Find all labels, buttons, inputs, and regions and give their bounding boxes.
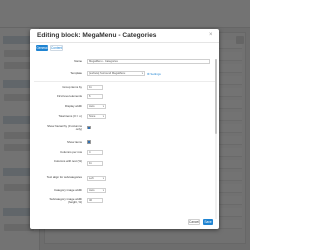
total-items-select-value: None	[89, 115, 96, 118]
grouping-label: Group items by	[62, 84, 82, 89]
show-child-checkbox[interactable]	[87, 125, 91, 129]
text-align-select-value: Left	[89, 177, 94, 180]
show-child-label: Show hierarchy (0 columns only)	[47, 124, 82, 132]
image-width-select[interactable]: Auto ▾	[87, 188, 106, 193]
display-width-label: Display width	[64, 103, 82, 108]
close-icon[interactable]: ×	[209, 32, 213, 39]
template-label: Template	[70, 70, 82, 75]
total-items-select[interactable]: None ▾	[87, 114, 106, 119]
form-separator	[34, 81, 215, 82]
edit-block-dialog: Editing block: MegaMenu - Categories × G…	[30, 29, 219, 229]
show-items-label: Show items	[67, 139, 82, 144]
first-level-label: First level elements	[57, 93, 82, 98]
grouping-input[interactable]: 11	[87, 85, 103, 90]
dialog-scrollbar-thumb[interactable]	[215, 59, 217, 134]
dialog-header-divider	[30, 42, 219, 43]
first-level-input[interactable]: 6	[87, 94, 103, 99]
display-width-select-value: Auto	[89, 105, 95, 108]
chevron-down-icon: ▾	[141, 72, 143, 75]
name-input[interactable]: MegaMenu - Categories	[87, 59, 210, 64]
image-height-label: Subcategory image width (height, %)	[49, 196, 82, 204]
name-label: Name	[74, 58, 82, 63]
columns-with-input[interactable]: 11	[87, 161, 103, 166]
tab-content[interactable]: Content	[50, 45, 63, 51]
template-select[interactable]: [surface] Surround MegaMenu ▾	[87, 71, 145, 76]
template-settings-link[interactable]: ⚙ Settings	[147, 72, 161, 76]
text-align-label: Text align for subcategories	[46, 175, 82, 179]
template-settings-label: Settings	[150, 72, 161, 76]
template-select-value: [surface] Surround MegaMenu	[89, 72, 126, 75]
chevron-down-icon: ▾	[102, 189, 104, 192]
chevron-down-icon: ▾	[102, 115, 104, 118]
columns-input[interactable]: 4	[87, 150, 103, 155]
save-button[interactable]: Save	[203, 219, 213, 225]
cancel-button[interactable]: Cancel	[188, 219, 200, 225]
image-height-input[interactable]: 40	[87, 198, 103, 203]
show-items-checkbox[interactable]	[87, 140, 91, 144]
display-width-select[interactable]: Auto ▾	[87, 104, 106, 109]
chevron-down-icon: ▾	[102, 177, 104, 180]
tab-general[interactable]: General	[36, 45, 48, 51]
total-items-label: Total items (0 = ∞)	[58, 113, 82, 118]
dialog-title: Editing block: MegaMenu - Categories	[37, 32, 157, 39]
columns-with-label: Columns with text (%)	[53, 159, 82, 163]
columns-label: Columns per row	[60, 149, 82, 154]
text-align-select[interactable]: Left ▾	[87, 176, 106, 181]
dialog-scrollbar[interactable]	[215, 59, 217, 219]
chevron-down-icon: ▾	[102, 105, 104, 108]
image-width-label: Category image width	[54, 187, 82, 192]
image-width-select-value: Auto	[89, 189, 95, 192]
